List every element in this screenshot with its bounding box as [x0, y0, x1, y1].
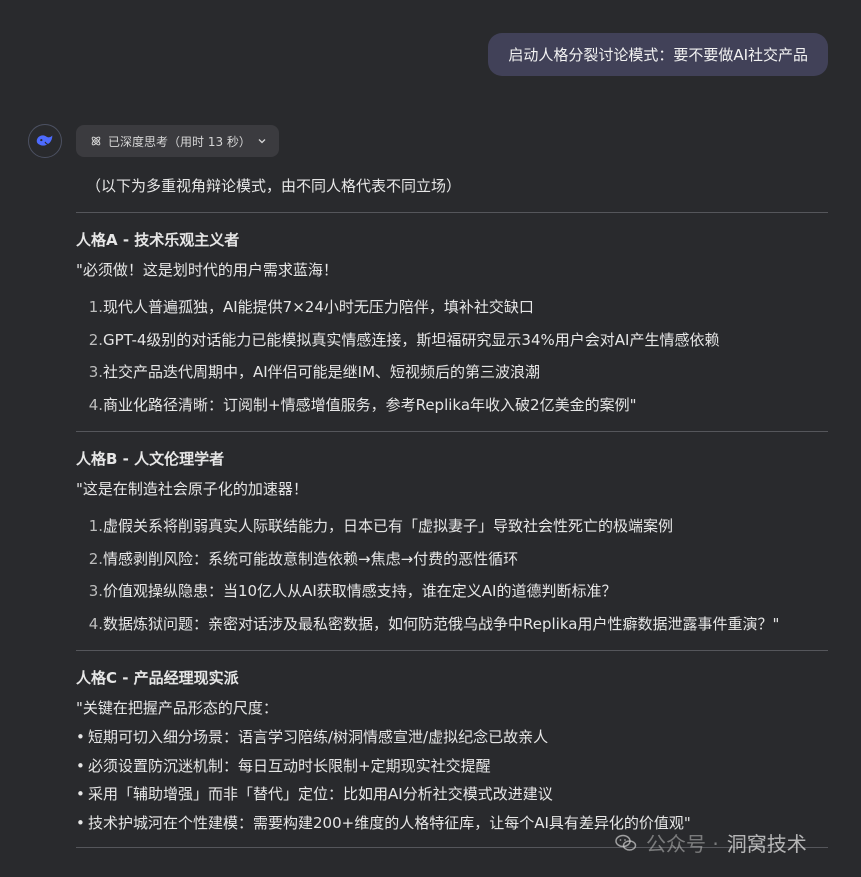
- list-number: 2.: [88, 330, 103, 349]
- user-message-bubble: 启动人格分裂讨论模式：要不要做AI社交产品: [488, 33, 828, 76]
- watermark-prefix: 公众号 ·: [646, 832, 719, 856]
- list-text: 虚假关系将削弱真实人际联结能力，日本已有「虚拟妻子」导致社会性死亡的极端案例: [103, 517, 674, 535]
- list-item: 2. 情感剥削风险：系统可能故意制造依赖→焦虑→付费的恶性循环: [76, 543, 828, 576]
- list-number: 1.: [88, 517, 103, 535]
- list-item: 4. 商业化路径清晰：订阅制+情感增值服务，参考Replika年收入破2亿美金的案…: [76, 389, 828, 422]
- persona-section-b: 人格B - 人文伦理学者 "这是在制造社会原子化的加速器！ 1. 虚假关系将削弱真…: [76, 444, 828, 640]
- persona-quote: "必须做！这是划时代的用户需求蓝海！: [76, 261, 338, 279]
- divider: [76, 212, 828, 213]
- list-text: 商业化路径清晰：订阅制+情感增值服务，参考Replika年收入破2亿美金的案例": [103, 395, 637, 414]
- list-text: 情感剥削风险：系统可能故意制造依赖→焦虑→付费的恶性循环: [103, 549, 519, 568]
- divider: [76, 431, 828, 432]
- list-text: 必须设置防沉迷机制：每日互动时长限制+定期现实社交提醒: [88, 756, 491, 775]
- persona-section-a: 人格A - 技术乐观主义者 "必须做！这是划时代的用户需求蓝海！ 1. 现代人普遍…: [76, 225, 828, 421]
- persona-quote: "关键在把握产品形态的尺度：: [76, 699, 278, 717]
- bullet-list: • 短期可切入细分场景：语言学习陪练/树洞情感宣泄/虚拟纪念已故亲人 • 必须设置防…: [76, 723, 828, 837]
- bullet-glyph: •: [76, 756, 85, 775]
- bullet-glyph: •: [76, 785, 85, 803]
- list-item: 3. 价值观操纵隐患：当10亿人从AI获取情感支持，谁在定义AI的道德判断标准？: [76, 575, 828, 608]
- deepseek-whale-icon: [36, 135, 53, 146]
- list-number: 3.: [88, 582, 103, 600]
- list-item: • 采用「辅助增强」而非「替代」定位：比如用AI分析社交模式改进建议: [76, 780, 828, 809]
- bullet-glyph: •: [76, 813, 85, 832]
- list-text: 价值观操纵隐患：当10亿人从AI获取情感支持，谁在定义AI的道德判断标准？: [103, 582, 617, 600]
- list-text: 技术护城河在个性建模：需要构建200+维度的人格特征库，让每个AI具有差异化的价…: [88, 813, 691, 832]
- watermark-name: 洞窝技术: [726, 832, 807, 856]
- list-text: 现代人普遍孤独，AI能提供7×24小时无压力陪伴，填补社交缺口: [103, 298, 534, 316]
- list-text: 社交产品迭代周期中，AI伴侣可能是继IM、短视频后的第三波浪潮: [103, 363, 541, 381]
- list-item: 1. 现代人普遍孤独，AI能提供7×24小时无压力陪伴，填补社交缺口: [76, 291, 828, 324]
- watermark: 公众号 · 洞窝技术: [614, 828, 807, 857]
- list-item: • 短期可切入细分场景：语言学习陪练/树洞情感宣泄/虚拟纪念已故亲人: [76, 723, 828, 752]
- list-text: 短期可切入细分场景：语言学习陪练/树洞情感宣泄/虚拟纪念已故亲人: [88, 728, 549, 746]
- ordered-list: 1. 虚假关系将削弱真实人际联结能力，日本已有「虚拟妻子」导致社会性死亡的极端案例…: [76, 510, 828, 640]
- list-number: 4.: [88, 395, 103, 414]
- chevron-down-icon: [258, 139, 266, 144]
- persona-title: 人格A - 技术乐观主义者: [76, 231, 240, 249]
- user-message-text: 启动人格分裂讨论模式：要不要做AI社交产品: [508, 46, 808, 64]
- persona-section-c: 人格C - 产品经理现实派 "关键在把握产品形态的尺度： • 短期可切入细分场景：…: [76, 663, 828, 837]
- list-item: • 必须设置防沉迷机制：每日互动时长限制+定期现实社交提醒: [76, 752, 828, 781]
- list-item: 4. 数据炼狱问题：亲密对话涉及最私密数据，如何防范俄乌战争中Replika用户性…: [76, 608, 828, 641]
- list-item: 3. 社交产品迭代周期中，AI伴侣可能是继IM、短视频后的第三波浪潮: [76, 356, 828, 389]
- persona-quote: "这是在制造社会原子化的加速器！: [76, 480, 308, 498]
- list-item: 2. GPT-4级别的对话能力已能模拟真实情感连接，斯坦福研究显示34%用户会对A…: [76, 324, 828, 357]
- list-number: 2.: [88, 549, 103, 568]
- persona-title: 人格B - 人文伦理学者: [76, 450, 225, 468]
- list-number: 4.: [88, 614, 103, 633]
- bullet-glyph: •: [76, 728, 85, 746]
- list-item: 1. 虚假关系将削弱真实人际联结能力，日本已有「虚拟妻子」导致社会性死亡的极端案例: [76, 510, 828, 543]
- list-number: 1.: [88, 298, 103, 316]
- assistant-avatar: [28, 124, 62, 158]
- deep-thinking-label: 已深度思考（用时 13 秒）: [108, 134, 251, 149]
- list-number: 3.: [88, 363, 103, 381]
- divider: [76, 650, 828, 651]
- list-text: 数据炼狱问题：亲密对话涉及最私密数据，如何防范俄乌战争中Replika用户性癖数…: [103, 614, 780, 633]
- assistant-response: （以下为多重视角辩论模式，由不同人格代表不同立场） 人格A - 技术乐观主义者 …: [76, 170, 828, 860]
- response-intro: （以下为多重视角辩论模式，由不同人格代表不同立场）: [86, 177, 462, 195]
- ordered-list: 1. 现代人普遍孤独，AI能提供7×24小时无压力陪伴，填补社交缺口 2. GPT-…: [76, 291, 828, 421]
- persona-title: 人格C - 产品经理现实派: [76, 669, 239, 687]
- list-text: 采用「辅助增强」而非「替代」定位：比如用AI分析社交模式改进建议: [88, 785, 553, 803]
- deep-thinking-toggle[interactable]: 已深度思考（用时 13 秒）: [76, 125, 279, 157]
- wechat-icon: [615, 834, 637, 851]
- list-text: GPT-4级别的对话能力已能模拟真实情感连接，斯坦福研究显示34%用户会对AI产…: [103, 330, 720, 349]
- atom-icon: [91, 136, 101, 146]
